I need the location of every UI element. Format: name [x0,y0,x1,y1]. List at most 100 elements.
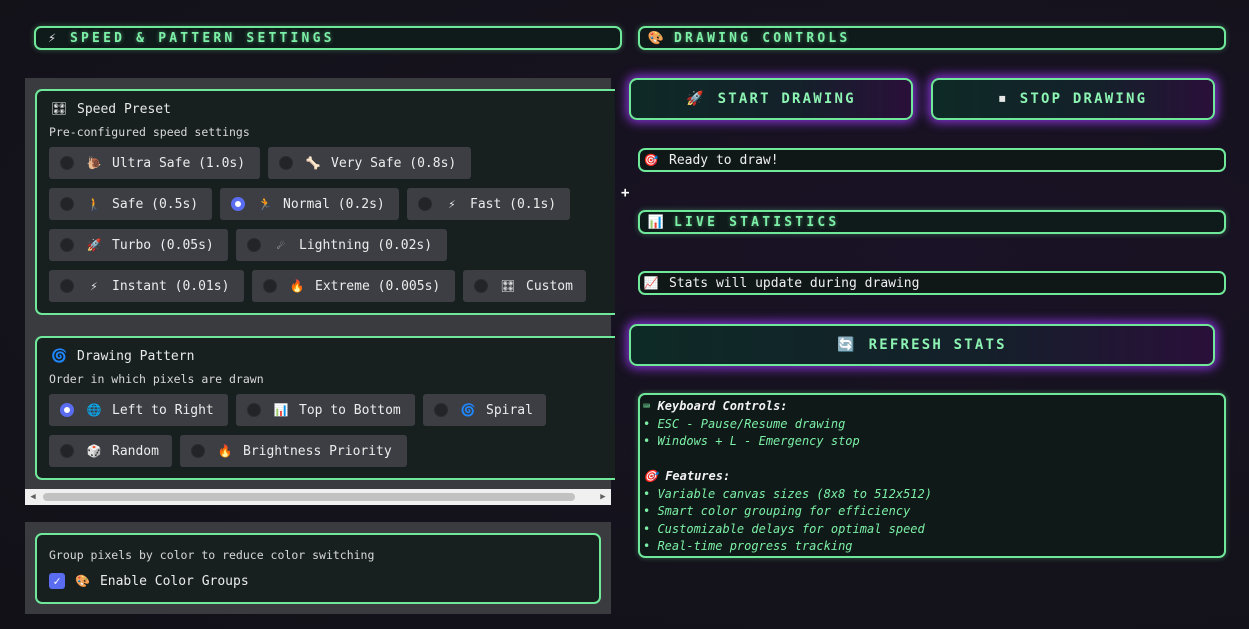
pattern-option-left-to-right[interactable]: 🌐 Left to Right [49,394,228,426]
drawing-pattern-title: 🌀 Drawing Pattern [51,349,194,364]
color-groups-description: Group pixels by color to reduce color sw… [49,548,375,562]
speed-option-extreme[interactable]: 🔥 Extreme (0.005s) [252,270,455,302]
option-label: Very Safe (0.8s) [331,155,457,171]
refresh-stats-button[interactable]: 🔄 REFRESH STATS [629,324,1215,366]
start-drawing-button[interactable]: 🚀 START DRAWING [629,78,913,120]
option-label: Random [112,443,159,459]
walking-icon: 🚶 [86,197,102,211]
start-drawing-label: START DRAWING [717,91,856,107]
speed-option-safe[interactable]: 🚶 Safe (0.5s) [49,188,212,220]
palette-icon: 🎨 [647,30,665,46]
speed-option-custom[interactable]: 🎛 Custom [463,270,586,302]
speed-option-normal[interactable]: 🏃 Normal (0.2s) [220,188,399,220]
bone-icon: 🦴 [305,156,321,170]
section-header-drawing-controls: 🎨 DRAWING CONTROLS [638,26,1226,50]
section-header-speed-pattern: ⚡ SPEED & PATTERN SETTINGS [34,26,622,50]
speed-option-fast[interactable]: ⚡ Fast (0.1s) [407,188,570,220]
crosshair-cursor-icon: + [621,185,630,201]
option-label: Fast (0.1s) [470,196,557,212]
scroll-right-arrow-icon[interactable]: ▶ [595,489,611,505]
dice-icon: 🎛 [51,102,68,117]
help-info-box: ⌨ Keyboard Controls: • ESC - Pause/Resum… [638,393,1226,558]
radio-button[interactable] [60,444,74,458]
globe-icon: 🌐 [86,403,102,417]
scroll-left-arrow-icon[interactable]: ◀ [25,489,41,505]
heading-text: Features: [665,469,731,483]
option-label: Lightning (0.02s) [299,237,433,253]
refresh-icon: 🔄 [837,337,855,353]
pattern-option-brightness-priority[interactable]: 🔥 Brightness Priority [180,435,407,467]
lightning-icon: ⚡ [48,30,56,46]
speed-option-very-safe[interactable]: 🦴 Very Safe (0.8s) [268,147,471,179]
stats-status: 📈 Stats will update during drawing [638,271,1226,295]
spiral-icon: 🌀 [51,349,68,364]
section-header-live-statistics: 📊 LIVE STATISTICS [638,210,1226,234]
radio-button[interactable] [60,279,74,293]
radio-button[interactable] [191,444,205,458]
target-icon: 🎯 [643,153,659,167]
stats-status-text: Stats will update during drawing [669,275,920,291]
speed-preset-description: Pre-configured speed settings [49,125,250,139]
radio-button[interactable] [418,197,432,211]
trend-chart-icon: 📈 [643,276,659,290]
option-label: Normal (0.2s) [283,196,385,212]
option-label: Spiral [486,402,533,418]
palette-icon: 🎨 [75,574,90,588]
bar-chart-icon: 📊 [273,403,289,417]
radio-button-selected[interactable] [60,403,74,417]
lightning-icon: ⚡ [448,197,456,211]
radio-button-selected[interactable] [231,197,245,211]
speed-preset-title-text: Speed Preset [77,102,171,117]
option-label: Turbo (0.05s) [112,237,214,253]
info-line: • Smart color grouping for efficiency [643,504,911,518]
bar-chart-icon: 📊 [647,214,665,230]
radio-button[interactable] [60,197,74,211]
option-label: Safe (0.5s) [112,196,199,212]
stop-drawing-button[interactable]: ⏹ STOP DRAWING [931,78,1215,120]
pattern-option-random[interactable]: 🎲 Random [49,435,172,467]
radio-button[interactable] [247,238,261,252]
radio-button[interactable] [263,279,277,293]
horizontal-scrollbar[interactable]: ◀ ▶ [25,489,611,505]
radio-button[interactable] [247,403,261,417]
stop-drawing-label: STOP DRAWING [1019,91,1148,107]
checkbox-checked[interactable]: ✓ [49,573,65,589]
spiral-icon: 🌀 [460,403,476,417]
info-line: • Windows + L - Emergency stop [643,434,860,448]
pattern-option-spiral[interactable]: 🌀 Spiral [423,394,546,426]
scrollbar-thumb[interactable] [43,493,575,501]
radio-button[interactable] [60,156,74,170]
option-label: Extreme (0.005s) [315,278,441,294]
stop-square-icon: ⏹ [998,91,1006,107]
option-label: Ultra Safe (1.0s) [112,155,246,171]
radio-button[interactable] [434,403,448,417]
dice-icon: 🎲 [86,444,102,458]
speed-option-ultra-safe[interactable]: 🐌 Ultra Safe (1.0s) [49,147,260,179]
radio-button[interactable] [279,156,293,170]
drawing-pattern-title-text: Drawing Pattern [77,349,195,364]
speed-option-lightning[interactable]: ☄ Lightning (0.02s) [236,229,447,261]
rocket-icon: 🚀 [86,238,102,252]
keyboard-icon: ⌨ [643,399,651,413]
radio-button[interactable] [60,238,74,252]
section-header-title: DRAWING CONTROLS [674,30,851,46]
refresh-stats-label: REFRESH STATS [868,337,1007,353]
keyboard-controls-heading: ⌨ Keyboard Controls: [643,398,1224,416]
color-groups-section [35,533,601,604]
dice-icon: 🎛 [500,279,516,293]
section-header-title: LIVE STATISTICS [674,214,840,230]
speed-option-turbo[interactable]: 🚀 Turbo (0.05s) [49,229,228,261]
option-label: Instant (0.01s) [112,278,230,294]
fire-icon: 🔥 [217,444,233,458]
info-line: • Real-time progress tracking [643,539,853,553]
option-label: Custom [526,278,573,294]
option-label: Top to Bottom [299,402,401,418]
radio-button[interactable] [474,279,488,293]
fire-icon: 🔥 [289,279,305,293]
checkbox-label: Enable Color Groups [99,573,249,589]
enable-color-groups-checkbox[interactable]: ✓ 🎨 Enable Color Groups [49,573,249,589]
snail-icon: 🐌 [86,156,102,170]
pattern-option-top-to-bottom[interactable]: 📊 Top to Bottom [236,394,415,426]
speed-option-instant[interactable]: ⚡ Instant (0.01s) [49,270,244,302]
